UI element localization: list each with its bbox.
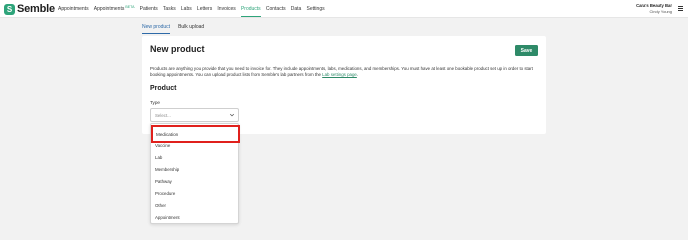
option-lab[interactable]: Lab [155, 155, 162, 160]
nav-appointments-beta[interactable]: AppointmentsBETA [93, 5, 135, 12]
product-subtabs: New product Bulk upload [142, 24, 212, 34]
nav-appointments[interactable]: Appointments [58, 6, 89, 12]
semble-logo-icon: S [4, 3, 15, 15]
nav-letters[interactable]: Letters [197, 6, 212, 12]
option-procedure[interactable]: Procedure [155, 191, 175, 196]
nav-invoices[interactable]: Invoices [217, 6, 235, 12]
beta-badge: BETA [125, 5, 135, 9]
nav-labs-label: Labs [180, 6, 192, 12]
nav-products[interactable]: Products [240, 6, 261, 17]
nav-tasks-label: Tasks [162, 6, 176, 12]
save-button[interactable]: Save [515, 45, 538, 56]
tab-new-product[interactable]: New product [142, 24, 171, 34]
description-end: . [356, 72, 359, 77]
option-vaccine[interactable]: Vaccine [155, 143, 170, 148]
practice-name: Cara's Beauty Bar [636, 3, 672, 8]
user-name: Cindy Young [649, 9, 672, 14]
main-nav-links: Appointments AppointmentsBETA Patients T… [58, 0, 330, 18]
nav-settings[interactable]: Settings [307, 6, 325, 12]
nav-data[interactable]: Data [291, 6, 302, 12]
tab-bulk-upload[interactable]: Bulk upload [178, 24, 204, 34]
nav-patients[interactable]: Patients [140, 6, 158, 12]
app-name: Semble [17, 3, 55, 15]
nav-products-label: Products [240, 6, 261, 12]
nav-settings-label: Settings [306, 6, 325, 12]
option-other[interactable]: Other [155, 203, 166, 208]
nav-letters-label: Letters [196, 6, 213, 12]
nav-data-label: Data [290, 6, 302, 12]
nav-invoices-label: Invoices [217, 6, 236, 12]
new-product-card: New product Save Products are anything y… [142, 36, 546, 134]
type-select[interactable]: Select... [150, 108, 239, 122]
chevron-down-icon [229, 113, 235, 117]
semble-logo[interactable]: S Semble [4, 3, 55, 15]
option-membership[interactable]: Membership [155, 167, 179, 172]
highlighted-option-label: Medication [156, 132, 179, 137]
nav-appointments-beta-label: Appointments [93, 6, 125, 12]
hamburger-menu-icon[interactable] [678, 6, 683, 11]
account-switcher[interactable]: Cara's Beauty Bar Cindy Young [636, 3, 672, 14]
lab-settings-link[interactable]: Lab settings page [322, 72, 357, 77]
option-appointment[interactable]: Appointment [155, 215, 180, 220]
nav-labs[interactable]: Labs [181, 6, 192, 12]
nav-contacts-label: Contacts [265, 6, 286, 12]
section-title: Product [150, 85, 177, 92]
type-label: Type [150, 100, 160, 105]
type-select-placeholder: Select... [155, 113, 171, 118]
nav-patients-label: Patients [139, 6, 158, 12]
nav-contacts[interactable]: Contacts [266, 6, 286, 12]
nav-tasks[interactable]: Tasks [163, 6, 176, 12]
top-navigation-bar: S Semble Appointments AppointmentsBETA P… [0, 0, 688, 18]
product-description: Products are anything you provide that y… [150, 66, 538, 78]
option-pathway[interactable]: Pathway [155, 179, 172, 184]
highlighted-option-annotation[interactable]: Medication [151, 125, 240, 143]
page-title: New product [150, 44, 205, 54]
nav-appointments-label: Appointments [58, 6, 89, 12]
